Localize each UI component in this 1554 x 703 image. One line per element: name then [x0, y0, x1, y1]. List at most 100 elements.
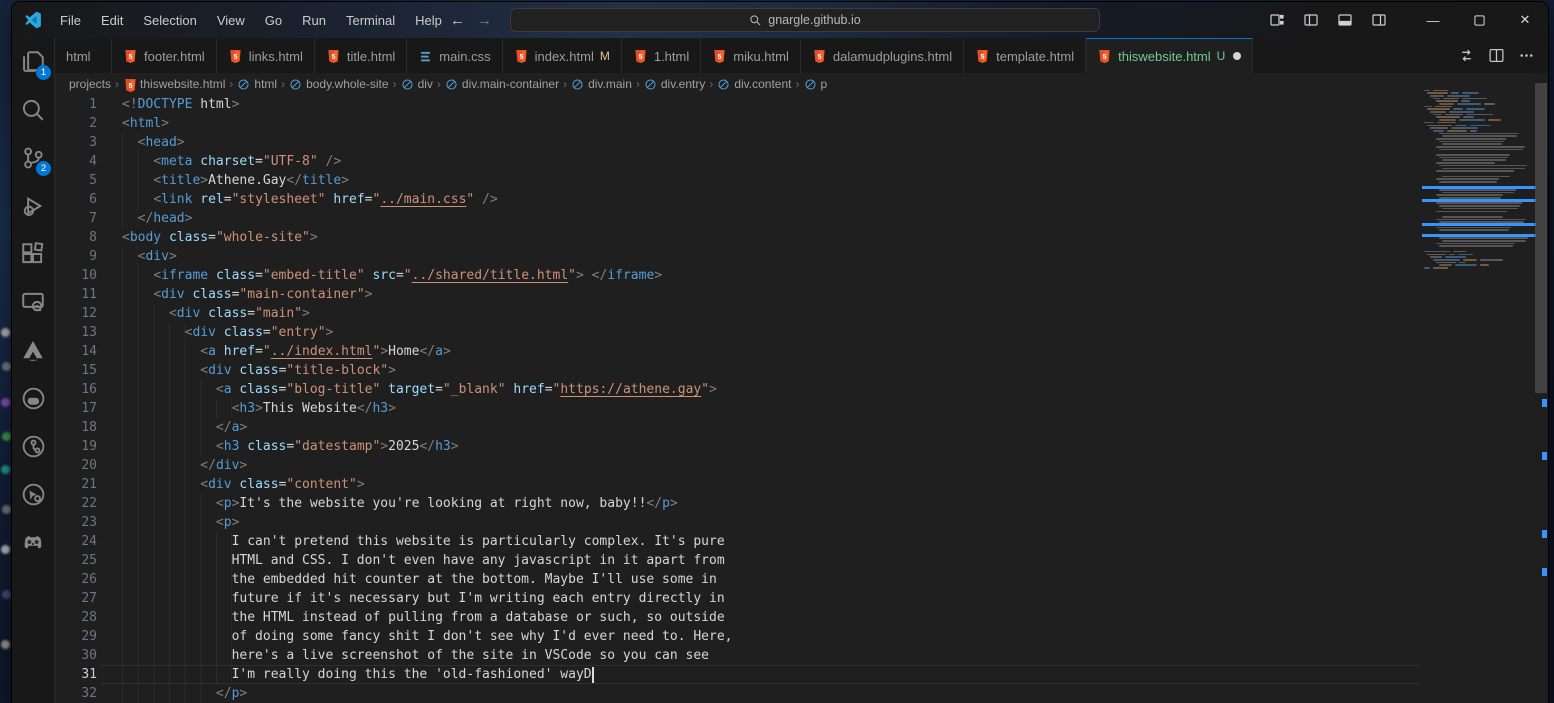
command-center-label: gnargle.github.io — [768, 13, 860, 27]
css-file-icon — [418, 49, 433, 64]
code-editor[interactable]: 1<!DOCTYPE html>2<html>3 <head>4 <meta c… — [55, 95, 1548, 703]
tab-label: links.html — [249, 49, 303, 64]
tab-main-css[interactable]: main.css — [407, 38, 502, 73]
editor-scrollbar[interactable] — [1534, 73, 1548, 703]
back-icon[interactable]: ← — [450, 12, 465, 29]
unsaved-dot-icon[interactable] — [1233, 52, 1241, 60]
scrollbar-decoration — [1542, 530, 1547, 538]
activitybar-remote-explorer[interactable] — [17, 286, 49, 318]
activitybar-source-control[interactable]: 2 — [17, 142, 49, 174]
breadcrumb-item-projects[interactable]: projects — [69, 77, 111, 91]
code-text: <link rel="stylesheet" href="../main.css… — [122, 190, 498, 209]
activitybar-live-share[interactable] — [17, 478, 49, 510]
activitybar-github[interactable] — [17, 382, 49, 414]
command-center[interactable]: gnargle.github.io — [510, 8, 1100, 32]
line-number: 18 — [55, 418, 97, 437]
breadcrumb-item-thiswebsite-html[interactable]: 5thiswebsite.html — [123, 77, 225, 91]
html5-file-icon: 5 — [123, 49, 138, 64]
svg-text:5: 5 — [718, 53, 722, 60]
activitybar-extensions[interactable] — [17, 238, 49, 270]
code-line-18: 18 </a> — [55, 418, 1420, 437]
breadcrumb-item-div[interactable]: div — [401, 77, 433, 91]
menu-selection[interactable]: Selection — [135, 9, 204, 32]
tab-index-html[interactable]: 5index.htmlM — [503, 38, 622, 73]
menu-run[interactable]: Run — [294, 9, 334, 32]
code-text: <p>It's the website you're looking at ri… — [122, 494, 678, 513]
activitybar-explorer[interactable]: 1 — [17, 46, 49, 78]
code-line-29: 29 of doing some fancy shit I don't see … — [55, 627, 1420, 646]
code-text: <meta charset="UTF-8" /> — [122, 152, 341, 171]
close-button[interactable]: ✕ — [1502, 2, 1548, 38]
code-text: </div> — [122, 456, 247, 475]
git-status-badge: U — [1217, 49, 1226, 63]
tab-links-html[interactable]: 5links.html — [217, 38, 315, 73]
code-text: <html> — [122, 114, 169, 133]
code-text: <div class="entry"> — [122, 323, 333, 342]
activitybar-run-debug[interactable] — [17, 190, 49, 222]
customize-layout-icon[interactable] — [1264, 7, 1290, 33]
breadcrumb-item-div-main-container[interactable]: div.main-container — [445, 77, 559, 91]
more-actions-icon[interactable] — [1514, 44, 1538, 68]
activitybar-godot-tools[interactable] — [17, 526, 49, 558]
chevron-right-icon: › — [437, 77, 441, 91]
menu-file[interactable]: File — [52, 9, 89, 32]
line-number: 23 — [55, 513, 97, 532]
line-number: 2 — [55, 114, 97, 133]
minimap[interactable] — [1422, 89, 1534, 269]
breadcrumb-item-p[interactable]: p — [804, 77, 828, 91]
code-line-15: 15 <div class="title-block"> — [55, 361, 1420, 380]
tab-html[interactable]: html — [55, 38, 112, 73]
menu-view[interactable]: View — [209, 9, 253, 32]
line-number: 29 — [55, 627, 97, 646]
breadcrumb-item-div-main[interactable]: div.main — [571, 77, 632, 91]
menu-go[interactable]: Go — [257, 9, 290, 32]
activity-bar: 12 — [12, 38, 55, 703]
tab-footer-html[interactable]: 5footer.html — [112, 38, 217, 73]
tab-dalamudplugins-html[interactable]: 5dalamudplugins.html — [801, 38, 964, 73]
activitybar-triangle-a-extension[interactable] — [17, 334, 49, 366]
tab-template-html[interactable]: 5template.html — [964, 38, 1086, 73]
toggle-primary-sidebar-icon[interactable] — [1298, 7, 1324, 33]
tab-label: 1.html — [654, 49, 689, 64]
open-changes-icon[interactable] — [1454, 44, 1478, 68]
code-line-4: 4 <meta charset="UTF-8" /> — [55, 152, 1420, 171]
editor-actions — [1454, 38, 1548, 73]
git-status-badge: M — [600, 49, 610, 63]
activitybar-gitlens[interactable] — [17, 430, 49, 462]
code-line-26: 26 the embedded hit counter at the botto… — [55, 570, 1420, 589]
svg-text:5: 5 — [638, 53, 642, 60]
code-text: I'm really doing this the 'old-fashioned… — [122, 665, 594, 684]
minimize-button[interactable]: ― — [1410, 2, 1456, 38]
toggle-panel-icon[interactable] — [1332, 7, 1358, 33]
tab-title-html[interactable]: 5title.html — [315, 38, 407, 73]
code-line-5: 5 <title>Athene.Gay</title> — [55, 171, 1420, 190]
code-text: <h3>This Website</h3> — [122, 399, 396, 418]
breadcrumb-item-div-entry[interactable]: div.entry — [644, 77, 705, 91]
code-line-17: 17 <h3>This Website</h3> — [55, 399, 1420, 418]
code-text: <div class="main-container"> — [122, 285, 372, 304]
symbol-icon — [804, 78, 817, 91]
tab-1-html[interactable]: 5 1.html — [622, 38, 701, 73]
split-editor-icon[interactable] — [1484, 44, 1508, 68]
tab-label: html — [66, 49, 91, 64]
menu-edit[interactable]: Edit — [93, 9, 131, 32]
activitybar-search[interactable] — [17, 94, 49, 126]
code-line-32: 32 </p> — [55, 684, 1420, 703]
maximize-button[interactable] — [1456, 2, 1502, 38]
scrollbar-slider[interactable] — [1535, 83, 1547, 393]
forward-icon[interactable]: → — [477, 12, 492, 29]
breadcrumb-label: div — [418, 77, 433, 91]
svg-text:5: 5 — [981, 53, 985, 60]
breadcrumb-item-div-content[interactable]: div.content — [717, 77, 791, 91]
menu-help[interactable]: Help — [407, 9, 450, 32]
tab-thiswebsite-html[interactable]: 5thiswebsite.htmlU — [1086, 38, 1253, 73]
tab-miku-html[interactable]: 5miku.html — [701, 38, 801, 73]
html5-file-icon: 5 — [1097, 49, 1112, 64]
symbol-icon — [717, 78, 730, 91]
breadcrumb-item-body-whole-site[interactable]: body.whole-site — [289, 77, 389, 91]
code-line-3: 3 <head> — [55, 133, 1420, 152]
code-line-9: 9 <div> — [55, 247, 1420, 266]
breadcrumb-item-html[interactable]: html — [237, 77, 277, 91]
menu-terminal[interactable]: Terminal — [338, 9, 403, 32]
toggle-secondary-sidebar-icon[interactable] — [1366, 7, 1392, 33]
